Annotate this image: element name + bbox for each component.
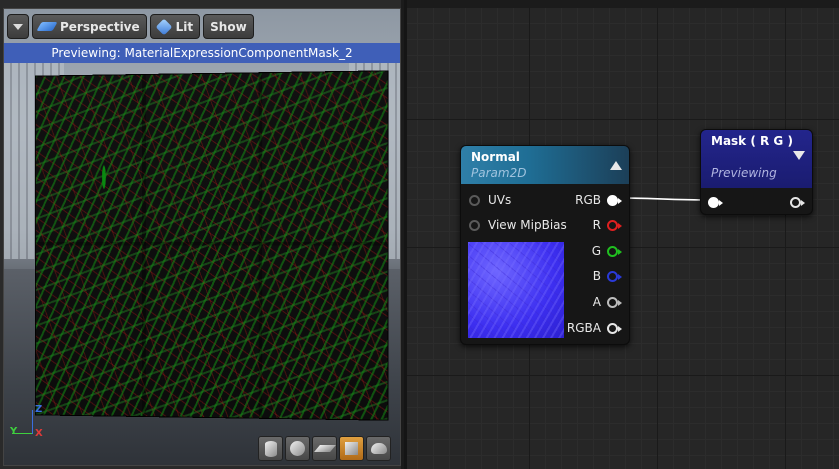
viewport-render[interactable] — [3, 8, 401, 466]
viewport-menu-button[interactable] — [7, 14, 29, 39]
show-label: Show — [210, 19, 247, 34]
y-axis-label: Y — [10, 426, 18, 437]
perspective-icon — [36, 22, 58, 31]
input-pin-uvs[interactable]: UVs — [469, 192, 511, 208]
node-title: Mask ( R G ) — [711, 134, 793, 148]
cube-shape-button[interactable] — [339, 436, 364, 461]
pin-label: RGBA — [566, 321, 601, 335]
output-pin-rgba[interactable]: RGBA — [566, 320, 622, 336]
node-header[interactable]: Normal Param2D — [461, 146, 629, 184]
pin-icon[interactable] — [607, 322, 622, 334]
material-graph-canvas[interactable]: Normal Param2D UVs View MipBias RGB R G … — [407, 0, 839, 469]
texture-thumbnail — [468, 242, 564, 338]
pin-label: UVs — [488, 193, 512, 207]
node-header[interactable]: Mask ( R G ) Previewing — [701, 130, 812, 188]
expand-arrow-icon[interactable] — [793, 151, 805, 160]
pin-label: G — [591, 244, 601, 258]
cube-icon — [345, 442, 358, 455]
input-pin-mask[interactable] — [708, 194, 723, 210]
output-pin-r[interactable]: R — [592, 217, 622, 233]
node-title: Normal — [471, 150, 520, 164]
pin-icon[interactable] — [607, 219, 622, 231]
output-pin-mask[interactable] — [790, 194, 805, 210]
preview-banner: Previewing: MaterialExpressionComponentM… — [4, 43, 400, 63]
graph-top-border — [407, 0, 839, 8]
output-pin-g[interactable]: G — [591, 243, 622, 259]
perspective-button[interactable]: Perspective — [32, 14, 147, 39]
pin-label: A — [592, 295, 601, 309]
perspective-label: Perspective — [60, 19, 140, 34]
pin-icon[interactable] — [607, 270, 622, 282]
output-pin-b[interactable]: B — [592, 268, 622, 284]
material-editor: Perspective Lit Show Previewing: Materia… — [0, 0, 839, 469]
plane-icon — [313, 445, 336, 452]
pin-icon[interactable] — [469, 219, 480, 231]
viewport-toolbar: Perspective Lit Show — [7, 14, 254, 39]
chevron-down-icon — [13, 23, 23, 30]
node-subtitle: Previewing — [711, 166, 777, 180]
node-subtitle: Param2D — [471, 166, 527, 180]
input-pin-view-mipbias[interactable]: View MipBias — [469, 217, 567, 233]
pin-label: RGB — [575, 193, 601, 207]
plane-shape-button[interactable] — [312, 436, 337, 461]
pin-icon[interactable] — [607, 194, 622, 206]
sphere-shape-button[interactable] — [285, 436, 310, 461]
output-pin-rgb[interactable]: RGB — [575, 192, 622, 208]
texture-param-node[interactable]: Normal Param2D UVs View MipBias RGB R G … — [460, 145, 630, 345]
pin-label: B — [592, 269, 601, 283]
x-axis-label: X — [35, 428, 43, 439]
rgb-to-mask-wire[interactable] — [619, 197, 713, 201]
lit-button[interactable]: Lit — [149, 14, 201, 39]
lit-label: Lit — [175, 19, 194, 34]
pin-icon[interactable] — [469, 194, 480, 206]
cylinder-shape-button[interactable] — [258, 436, 283, 461]
show-button[interactable]: Show — [203, 14, 254, 39]
lit-cube-icon — [155, 18, 173, 35]
component-mask-node[interactable]: Mask ( R G ) Previewing — [700, 129, 813, 215]
teapot-icon — [370, 443, 387, 454]
pin-icon[interactable] — [708, 196, 723, 208]
axis-gizmo: Z Y X — [10, 404, 50, 444]
output-pin-a[interactable]: A — [592, 294, 622, 310]
z-axis-label: Z — [35, 404, 43, 415]
collapse-arrow-icon[interactable] — [610, 161, 622, 170]
preview-shape-toolbar — [258, 436, 391, 461]
sphere-icon — [290, 441, 305, 456]
pin-label: R — [592, 218, 601, 232]
cylinder-icon — [264, 440, 277, 457]
pin-icon[interactable] — [790, 196, 805, 208]
pin-label: View MipBias — [488, 218, 567, 232]
teapot-shape-button[interactable] — [366, 436, 391, 461]
preview-viewport-panel[interactable]: Perspective Lit Show Previewing: Materia… — [0, 0, 404, 469]
z-axis-line — [32, 410, 33, 434]
pin-icon[interactable] — [607, 245, 622, 257]
pin-icon[interactable] — [607, 296, 622, 308]
material-preview-mesh[interactable] — [34, 70, 389, 421]
